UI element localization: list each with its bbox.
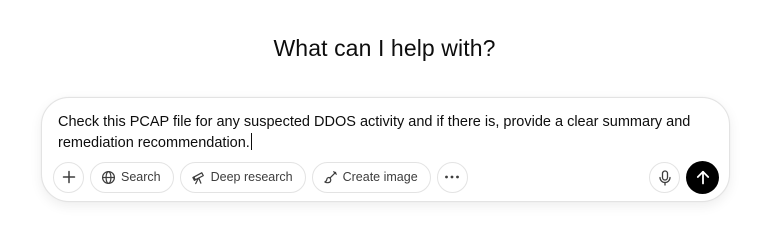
telescope-icon — [191, 170, 206, 185]
arrow-up-icon — [696, 170, 710, 185]
deep-research-button[interactable]: Deep research — [179, 161, 306, 193]
more-tools-button[interactable] — [436, 161, 468, 193]
composer: Check this PCAP file for any suspected D… — [41, 97, 730, 202]
attach-button[interactable] — [53, 161, 84, 193]
send-button[interactable] — [686, 161, 719, 194]
ellipsis-icon — [444, 175, 460, 179]
microphone-icon — [658, 169, 672, 186]
globe-icon — [101, 170, 116, 185]
create-image-button[interactable]: Create image — [311, 161, 431, 193]
deep-research-label: Deep research — [210, 170, 293, 184]
plus-icon — [62, 170, 76, 184]
composer-toolbar: Search Deep research Create image — [53, 161, 468, 193]
text-caret — [250, 133, 252, 150]
chat-home: What can I help with? Check this PCAP fi… — [0, 0, 769, 249]
paint-brush-icon — [323, 170, 338, 185]
prompt-input[interactable]: Check this PCAP file for any suspected D… — [58, 112, 708, 154]
page-title: What can I help with? — [273, 35, 496, 61]
prompt-text: Check this PCAP file for any suspected D… — [58, 114, 691, 151]
composer-actions — [649, 161, 719, 194]
search-button[interactable]: Search — [90, 161, 174, 193]
create-image-label: Create image — [342, 170, 418, 184]
search-label: Search — [121, 170, 161, 184]
voice-input-button[interactable] — [649, 162, 680, 193]
